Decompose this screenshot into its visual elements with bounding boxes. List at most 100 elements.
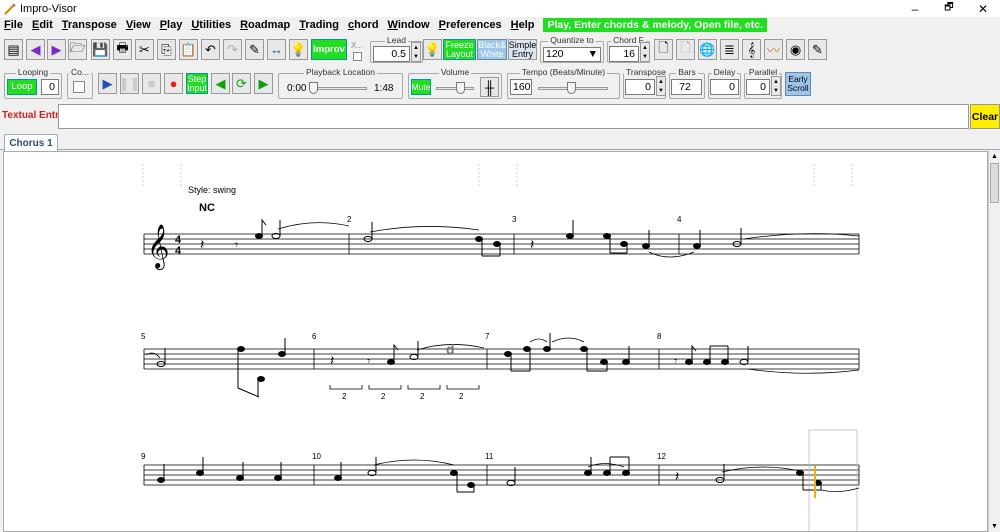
menu-play[interactable]: Play [160,19,183,31]
step-input-button[interactable]: Step Input [186,73,208,94]
menu-trading[interactable]: Trading [299,19,339,31]
vertical-scrollbar[interactable]: ▲ ▼ [988,151,1000,532]
page-marks [142,164,853,186]
early-scroll-button[interactable]: Early Scroll [785,72,811,96]
menu-roadmap[interactable]: Roadmap [240,19,290,31]
svg-text:𝄾: 𝄾 [367,354,370,368]
staff-2-notes: 𝄽 𝄾 d 𝄾 [145,333,860,398]
textual-entry-bar: Textual Entry Clear [0,103,1000,129]
menu-transpose[interactable]: Transpose [62,19,117,31]
transpose-field[interactable]: 0 [625,79,655,95]
wave-icon[interactable]: 〰 [764,39,783,60]
menu-preferences[interactable]: Preferences [439,19,502,31]
chordf-spinner[interactable]: ▲ ▼ [640,42,650,62]
textual-entry-input[interactable] [58,104,969,129]
improv-button[interactable]: Improv [311,39,347,60]
transpose-spinner[interactable]: ▲ ▼ [656,76,666,96]
open-icon[interactable]: 🗁 [68,39,87,60]
svg-text:2: 2 [420,392,425,401]
menu-chord[interactable]: chord [348,19,379,31]
tab-chorus-1[interactable]: Chorus 1 [4,134,58,151]
bulb-icon[interactable]: 💡 [289,39,308,60]
menu-edit[interactable]: Edit [32,19,53,31]
co-checkbox[interactable] [73,81,85,93]
leadsheet-icon[interactable]: ▤ [4,39,23,60]
record-disc-icon[interactable]: ◉ [786,39,805,60]
bulb-icon-2[interactable]: 💡 [423,39,442,60]
close-button[interactable]: ✕ [966,0,1000,17]
black-white-button[interactable]: Black& White [477,39,507,60]
next-icon[interactable]: ▶ [47,39,66,60]
menu-file[interactable]: File [4,19,23,31]
doc-icon[interactable]: 🗋 [654,39,673,60]
paste-icon[interactable]: 📋 [179,39,198,60]
save-icon[interactable]: 💾 [91,39,110,60]
restore-button[interactable]: 🗗 [932,0,966,17]
lead-spinner[interactable]: ▲ ▼ [411,42,421,62]
scroll-up-icon[interactable]: ▲ [991,153,998,160]
play-icon[interactable]: ▶ [98,73,117,94]
loop-button[interactable]: Loop [7,79,37,95]
volume-slider[interactable] [436,87,474,90]
doc-grey-icon[interactable]: 🗋 [676,39,695,60]
scrollbar-thumb[interactable] [990,163,999,203]
copy-icon[interactable]: ⎘ [157,39,176,60]
svg-text:2: 2 [459,392,464,401]
menu-view[interactable]: View [126,19,151,31]
print-icon[interactable]: 🖶 [113,39,132,60]
prev-icon[interactable]: ◀ [26,39,45,60]
scroll-down-icon[interactable]: ▼ [991,523,998,530]
redo-icon[interactable]: ↷ [223,39,242,60]
globe-icon[interactable]: 🌐 [698,39,717,60]
playback-slider-thumb[interactable] [309,82,318,94]
pencil-icon[interactable]: ✎ [245,39,264,60]
lead-field[interactable]: 0.5 [373,46,410,62]
measure-number: 6 [312,332,317,341]
treble-clef: 𝄞 [147,224,169,270]
mute-button[interactable]: Mute [411,79,431,95]
staff-icon[interactable]: ≣ [720,39,739,60]
measure-number: 9 [141,452,146,461]
pause-icon[interactable]: ❚❚ [119,73,140,94]
freeze-layout-button[interactable]: Freeze Layout [443,39,476,60]
pencil-icon-2[interactable]: ✎ [808,39,827,60]
quantize-select[interactable]: 120 ▼ [543,47,601,62]
undo-icon[interactable]: ↶ [201,39,220,60]
record-icon[interactable]: ● [164,73,183,94]
parallel-field[interactable]: 0 [746,79,770,95]
mixer-icon[interactable]: ╫ [480,77,499,97]
delay-field[interactable]: 0 [710,79,739,95]
x-checkbox[interactable] [353,52,362,61]
score-sheet[interactable]: Style: swing NC 𝄞 4 4 2 3 4 𝄽 𝄾 𝄽 5 6 7 … [3,151,988,532]
playback-slider[interactable] [311,87,367,90]
measure-number: 11 [485,452,494,461]
expand-icon[interactable]: ↔ [267,39,286,60]
loop-count-field[interactable]: 0 [41,79,59,95]
menu-window[interactable]: Window [388,19,430,31]
parallel-spinner[interactable]: ▲ ▼ [771,76,781,96]
tempo-slider-thumb[interactable] [567,82,576,94]
clear-button[interactable]: Clear [970,104,1000,129]
svg-text:𝄽: 𝄽 [675,468,679,484]
simple-entry-button[interactable]: Simple Entry [508,39,537,60]
measure-number: 3 [512,215,517,224]
tempo-field[interactable]: 160 [510,79,532,95]
measure-number: 8 [657,332,662,341]
staff-3-notes: 𝄽 [157,456,860,493]
volume-slider-thumb[interactable] [456,82,465,94]
staff-1-notes: 𝄽 𝄾 𝄽 [200,218,860,258]
bars-field[interactable]: 72 [671,79,702,95]
menu-bar: File Edit Transpose View Play Utilities … [0,17,1000,33]
measure-number: 7 [485,332,490,341]
score-canvas[interactable]: Style: swing NC 𝄞 4 4 2 3 4 𝄽 𝄾 𝄽 5 6 7 … [4,152,988,532]
clef-icon[interactable]: 𝄞 [742,39,761,60]
loop-refresh-icon[interactable]: ⟳ [232,73,251,94]
chordf-field[interactable]: 16 [609,46,639,62]
stop-icon[interactable]: ■ [142,73,161,94]
rewind-icon[interactable]: ◀ [211,73,230,94]
minimize-button[interactable]: – [898,0,932,17]
forward-icon[interactable]: ▶ [254,73,273,94]
cut-icon[interactable]: ✂ [135,39,154,60]
menu-utilities[interactable]: Utilities [191,19,231,31]
menu-help[interactable]: Help [511,19,535,31]
